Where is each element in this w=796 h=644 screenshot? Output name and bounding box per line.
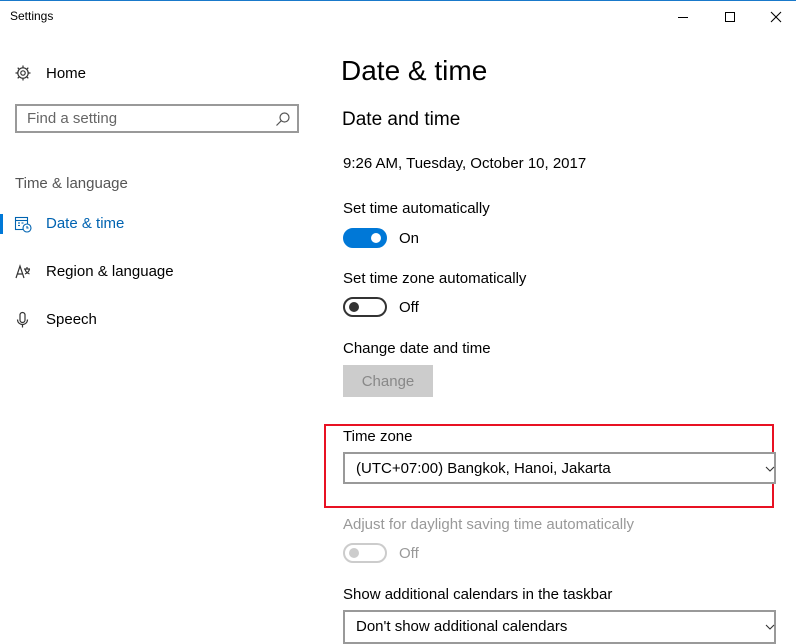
language-icon	[15, 264, 31, 279]
current-datetime: 9:26 AM, Tuesday, October 10, 2017	[343, 155, 587, 172]
set-time-auto-label: Set time automatically	[343, 200, 490, 217]
title-bar: Settings	[0, 1, 796, 31]
sidebar-item-date-time[interactable]: Date & time	[0, 207, 320, 241]
daylight-saving-label: Adjust for daylight saving time automati…	[343, 516, 634, 533]
time-zone-value: (UTC+07:00) Bangkok, Hanoi, Jakarta	[356, 460, 611, 477]
set-timezone-auto-toggle[interactable]	[343, 297, 387, 317]
search-icon[interactable]	[275, 111, 291, 127]
active-indicator	[0, 214, 3, 234]
additional-calendars-value: Don't show additional calendars	[356, 618, 568, 635]
section-title: Date and time	[342, 109, 461, 130]
change-button[interactable]: Change	[343, 365, 433, 397]
maximize-icon	[725, 11, 735, 22]
sidebar-item-label: Date & time	[46, 215, 125, 232]
calendar-clock-icon	[14, 216, 32, 233]
home-nav-item[interactable]: Home	[14, 60, 314, 86]
home-label: Home	[46, 64, 87, 82]
maximize-button[interactable]	[707, 2, 753, 31]
additional-calendars-dropdown[interactable]: Don't show additional calendars	[343, 610, 776, 644]
sidebar-item-label: Region & language	[46, 263, 174, 280]
sidebar-item-label: Speech	[46, 311, 97, 328]
window-title: Settings	[10, 9, 54, 23]
daylight-saving-state: Off	[399, 545, 419, 562]
set-timezone-auto-state: Off	[399, 299, 419, 316]
minimize-button[interactable]	[660, 2, 706, 31]
toggle-knob	[349, 548, 359, 558]
time-zone-dropdown[interactable]: (UTC+07:00) Bangkok, Hanoi, Jakarta	[343, 452, 776, 484]
sidebar-section-label: Time & language	[15, 175, 128, 192]
chevron-down-icon	[765, 466, 775, 472]
set-time-auto-state: On	[399, 230, 420, 247]
change-datetime-label: Change date and time	[343, 340, 491, 357]
daylight-saving-toggle[interactable]	[343, 543, 387, 563]
minimize-icon	[678, 16, 688, 18]
toggle-knob	[349, 302, 359, 312]
sidebar-item-region-language[interactable]: Region & language	[0, 255, 320, 289]
gear-icon	[15, 65, 31, 81]
close-button[interactable]	[753, 2, 796, 31]
sidebar-item-speech[interactable]: Speech	[0, 303, 320, 337]
time-zone-label: Time zone	[343, 428, 413, 445]
search-input[interactable]	[17, 106, 277, 131]
set-time-auto-toggle[interactable]	[343, 228, 387, 248]
search-box[interactable]	[15, 104, 299, 133]
close-icon	[770, 11, 782, 22]
page-title: Date & time	[341, 55, 488, 86]
microphone-icon	[16, 311, 29, 328]
additional-calendars-label: Show additional calendars in the taskbar	[343, 586, 613, 603]
set-timezone-auto-label: Set time zone automatically	[343, 270, 527, 287]
toggle-knob	[371, 233, 381, 243]
